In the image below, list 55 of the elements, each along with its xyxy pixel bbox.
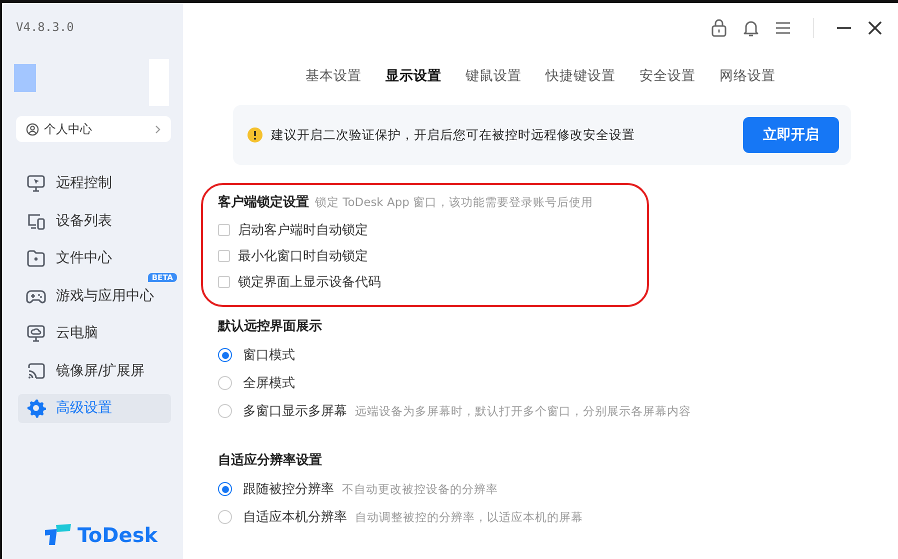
radio-button[interactable] xyxy=(218,404,232,418)
radio-label: 跟随被控分辨率 xyxy=(243,481,334,498)
checkbox[interactable] xyxy=(218,224,230,236)
settings-tab[interactable]: 显示设置 xyxy=(386,65,442,87)
minimize-icon[interactable] xyxy=(836,26,852,30)
section-title: 客户端锁定设置 xyxy=(218,194,309,211)
avatar-placeholder xyxy=(14,64,36,92)
settings-tab[interactable]: 网络设置 xyxy=(720,65,776,87)
checkbox[interactable] xyxy=(218,250,230,262)
nav-item[interactable]: 设备列表 xyxy=(18,206,171,235)
banner-message: 建议开启二次验证保护，开启后您可在被控时远程修改安全设置 xyxy=(271,126,636,144)
lock-icon[interactable] xyxy=(711,19,727,37)
section-title: 默认远控界面展示 xyxy=(218,318,322,335)
logo-icon xyxy=(43,524,74,546)
radio-button[interactable] xyxy=(218,348,232,362)
settings-tab[interactable]: 基本设置 xyxy=(306,65,362,87)
enable-button[interactable]: 立即开启 xyxy=(743,117,839,153)
option-hint: 远端设备为多屏幕时，默认打开多个窗口，分别展示各屏幕内容 xyxy=(355,404,691,418)
nav-item[interactable]: 远程控制 xyxy=(18,169,171,198)
radio-label: 全屏模式 xyxy=(243,375,295,392)
bell-icon[interactable] xyxy=(743,19,759,37)
radio-button[interactable] xyxy=(218,510,232,524)
settings-tab[interactable]: 快捷键设置 xyxy=(546,65,616,87)
radio-button[interactable] xyxy=(218,376,232,390)
chevron-right-icon xyxy=(155,124,161,134)
close-icon[interactable] xyxy=(868,21,882,35)
gear-icon xyxy=(26,398,46,418)
radio-label: 多窗口显示多屏幕 xyxy=(243,403,347,420)
logo-text: ToDesk xyxy=(77,523,158,547)
menu-icon[interactable] xyxy=(775,21,791,35)
checkbox-label: 锁定界面上显示设备代码 xyxy=(238,274,381,291)
checkbox-label: 最小化窗口时自动锁定 xyxy=(238,248,368,265)
nav-item[interactable]: 云电脑 xyxy=(18,319,171,348)
section-hint: 锁定 ToDesk App 窗口，该功能需要登录账号后使用 xyxy=(315,195,594,210)
user-icon xyxy=(26,122,39,136)
radio-button[interactable] xyxy=(218,482,232,496)
cloud-monitor-icon xyxy=(26,323,46,344)
monitor-icon xyxy=(26,173,46,194)
option-hint: 不自动更改被控设备的分辨率 xyxy=(342,482,498,496)
warning-icon xyxy=(247,127,263,143)
profile-button[interactable]: 个人中心 xyxy=(16,116,171,142)
settings-tab[interactable]: 键鼠设置 xyxy=(466,65,522,87)
checkbox-label: 启动客户端时自动锁定 xyxy=(238,222,368,239)
version-label: V4.8.3.0 xyxy=(16,20,75,34)
folder-icon xyxy=(26,248,46,268)
checkbox[interactable] xyxy=(218,276,230,288)
option-hint: 自动调整被控的分辨率，以适应本机的屏幕 xyxy=(355,510,583,524)
radio-label: 窗口模式 xyxy=(243,347,295,364)
nav-item[interactable]: 镜像屏/扩展屏 xyxy=(18,356,171,385)
cast-icon xyxy=(26,360,46,381)
radio-label: 自适应本机分辨率 xyxy=(243,509,347,526)
nav-item[interactable]: 游戏与应用中心 xyxy=(18,282,171,310)
section-title: 自适应分辨率设置 xyxy=(218,452,322,469)
nav-item[interactable]: 文件中心 xyxy=(18,244,171,272)
settings-tab[interactable]: 安全设置 xyxy=(640,65,696,87)
